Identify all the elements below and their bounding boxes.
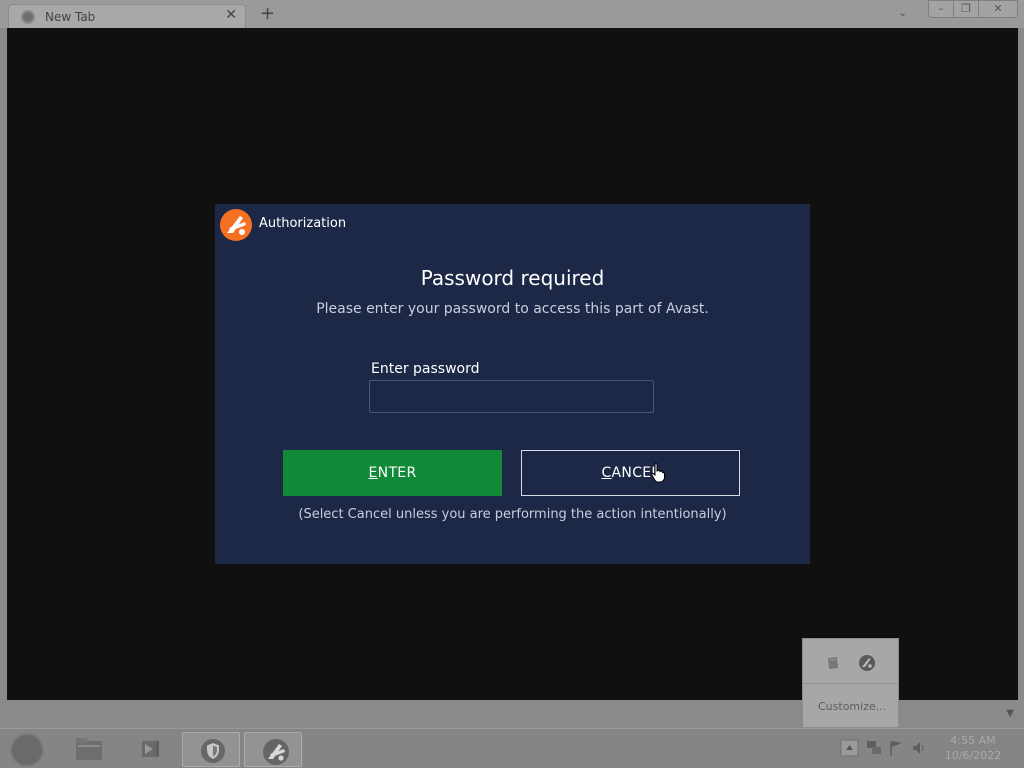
taskbar-media-player[interactable] xyxy=(120,732,178,767)
chrome-icon xyxy=(21,10,35,24)
clock-time: 4:55 AM xyxy=(950,734,996,747)
taskbar: 4:55 AM 10/6/2022 xyxy=(0,728,1024,768)
taskbar-file-explorer[interactable] xyxy=(58,732,116,767)
volume-icon[interactable] xyxy=(913,742,920,754)
tab-new-tab[interactable]: New Tab ✕ xyxy=(8,4,246,28)
taskbar-avast[interactable] xyxy=(244,732,302,767)
password-label: Enter password xyxy=(371,361,480,377)
cancel-button[interactable]: CANCEL xyxy=(521,450,740,496)
start-button[interactable] xyxy=(10,733,44,767)
password-input[interactable] xyxy=(369,380,654,413)
scroll-down-arrow-icon[interactable]: ▼ xyxy=(1006,708,1014,719)
dialog-heading: Password required xyxy=(420,266,605,290)
shield-icon xyxy=(201,739,225,763)
enter-button-label: NTER xyxy=(377,465,417,481)
avast-logo-icon xyxy=(220,209,252,241)
tab-search-chevron-icon[interactable]: ⌄ xyxy=(898,6,907,19)
authorization-dialog: Authorization Password required Please e… xyxy=(215,204,810,564)
mouse-cursor-icon xyxy=(651,463,665,483)
tray-app-icon[interactable] xyxy=(825,655,841,671)
dialog-note: (Select Cancel unless you are performing… xyxy=(298,507,727,522)
clock-date: 10/6/2022 xyxy=(944,749,1002,762)
maximize-button[interactable]: ❐ xyxy=(953,0,979,18)
taskbar-clock[interactable]: 4:55 AM 10/6/2022 xyxy=(938,733,1008,763)
close-window-button[interactable]: ✕ xyxy=(978,0,1018,18)
enter-button-mnemonic: E xyxy=(368,465,378,481)
file-explorer-icon xyxy=(76,738,102,760)
new-tab-button[interactable]: + xyxy=(260,4,275,24)
tray-icons xyxy=(840,739,924,757)
dialog-subtitle: Please enter your password to access thi… xyxy=(316,301,709,317)
browser-titlebar: New Tab ✕ + ⌄ – ❐ ✕ xyxy=(0,0,1024,28)
enter-button[interactable]: ENTER xyxy=(283,450,502,496)
minimize-button[interactable]: – xyxy=(928,0,954,18)
avast-icon xyxy=(263,739,289,765)
popup-divider xyxy=(803,683,898,684)
dialog-caption: Authorization xyxy=(259,216,347,231)
cancel-button-mnemonic: C xyxy=(601,465,612,481)
system-tray xyxy=(840,737,932,763)
tray-overflow-popup: Customize... xyxy=(802,638,899,728)
taskbar-shield-app[interactable] xyxy=(182,732,240,767)
media-player-icon xyxy=(142,741,159,757)
customize-link[interactable]: Customize... xyxy=(818,700,886,713)
tab-title: New Tab xyxy=(45,10,96,24)
avast-tray-icon[interactable] xyxy=(858,654,876,672)
network-icon[interactable] xyxy=(867,741,876,748)
tab-close-icon[interactable]: ✕ xyxy=(225,7,237,23)
